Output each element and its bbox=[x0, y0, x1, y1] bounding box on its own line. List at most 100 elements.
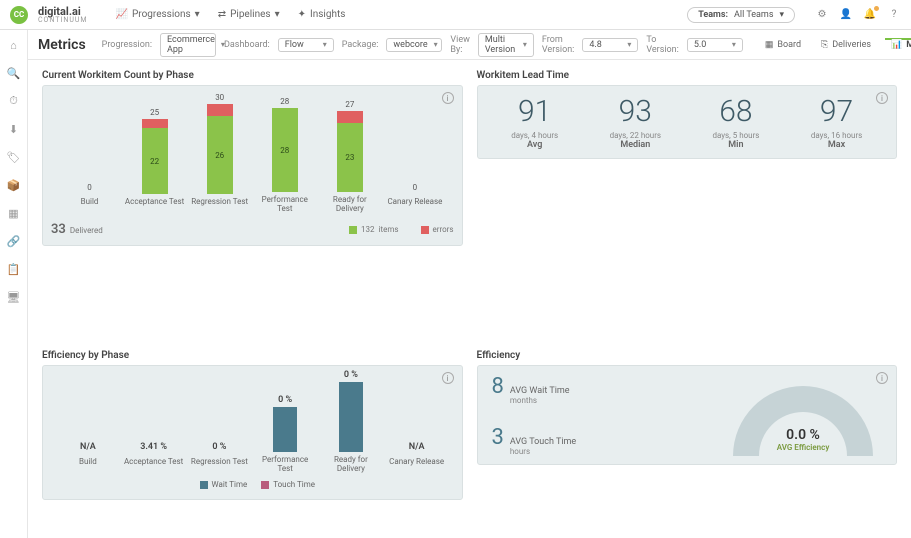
filter-label-toversion: To Version: bbox=[646, 35, 678, 55]
top-nav: 📈 Progressions ▾ ⇄ Pipelines ▾ ✦ Insight… bbox=[116, 9, 346, 20]
nav-label: Progressions bbox=[132, 9, 191, 20]
board-icon: ▦ bbox=[765, 40, 774, 50]
rail-monitor-icon[interactable]: 🖥 bbox=[7, 290, 21, 304]
chart-column: 0 % Ready for Delivery bbox=[320, 370, 382, 474]
card-efficiency-summary: Efficiency i 8 AVG Wait Time months bbox=[477, 350, 898, 510]
user-icon[interactable]: 👤 bbox=[839, 8, 853, 22]
lead-time-stat: 97days, 16 hoursMax bbox=[811, 94, 862, 150]
bell-icon[interactable]: 🔔 bbox=[863, 8, 877, 22]
rail-download-icon[interactable]: ⬇ bbox=[7, 122, 21, 136]
lead-time-metrics: 91days, 4 hoursAvg 93days, 22 hoursMedian… bbox=[486, 94, 889, 150]
filter-value: webcore bbox=[393, 40, 427, 50]
chart-column: 2828Performance Test bbox=[254, 97, 316, 214]
filter-dashboard[interactable]: Flow▾ bbox=[278, 38, 334, 52]
legend-touch: Touch Time bbox=[261, 480, 315, 489]
filter-label-package: Package: bbox=[342, 40, 379, 50]
filter-package[interactable]: webcore ▾ bbox=[386, 38, 442, 52]
nav-progressions[interactable]: 📈 Progressions ▾ bbox=[116, 9, 200, 20]
metrics-icon: 📊 bbox=[891, 40, 902, 50]
filter-value: Ecommerce App bbox=[167, 35, 215, 55]
filter-label-dashboard: Dashboard: bbox=[224, 40, 270, 50]
metric-unit: hours bbox=[510, 447, 576, 456]
lead-time-stat: 68days, 5 hoursMin bbox=[712, 94, 759, 150]
tab-label: Board bbox=[777, 40, 801, 50]
nav-insights[interactable]: ✦ Insights bbox=[298, 9, 346, 20]
filter-value: Flow bbox=[285, 40, 304, 50]
efficiency-gauge: 0.0 % AVG Efficiency bbox=[718, 374, 888, 456]
tab-metrics[interactable]: 📊 Metrics bbox=[885, 38, 911, 52]
filter-label-fromversion: From Version: bbox=[542, 35, 574, 55]
brand-sub: CONTINUUM bbox=[38, 17, 88, 24]
chart-column: 0 %Regression Test bbox=[188, 442, 250, 474]
bar-label: Performance Test bbox=[254, 196, 316, 214]
deliveries-icon: ⎘ bbox=[821, 40, 828, 50]
filter-toversion[interactable]: 5.0▾ bbox=[687, 38, 743, 52]
rail-clock-icon[interactable]: ⏱ bbox=[7, 94, 21, 108]
filter-value: Multi Version bbox=[485, 35, 517, 55]
rail-package-icon[interactable]: 📦 bbox=[7, 178, 21, 192]
chevron-down-icon: ▾ bbox=[779, 10, 784, 20]
chart-icon: 📈 bbox=[116, 9, 128, 20]
pipeline-icon: ⇄ bbox=[218, 9, 226, 20]
bar-label: Acceptance Test bbox=[125, 198, 184, 214]
nav-label: Pipelines bbox=[230, 9, 271, 20]
chevron-down-icon: ▾ bbox=[523, 40, 527, 49]
bar-value: 0 % bbox=[278, 395, 292, 405]
chart-column: 0 % Performance Test bbox=[254, 395, 316, 474]
bar-value: N/A bbox=[80, 442, 96, 452]
filter-progression[interactable]: Ecommerce App▾ bbox=[160, 33, 216, 57]
teams-label: Teams: bbox=[698, 10, 728, 20]
filter-fromversion[interactable]: 4.8▾ bbox=[582, 38, 638, 52]
tab-board[interactable]: ▦ Board bbox=[759, 38, 807, 52]
lead-time-stat: 93days, 22 hoursMedian bbox=[610, 94, 661, 150]
bar-label: Canary Release bbox=[389, 458, 444, 474]
filter-viewby[interactable]: Multi Version ▾ bbox=[478, 33, 534, 57]
rail-clipboard-icon[interactable]: 📋 bbox=[7, 262, 21, 276]
legend-errors: errors bbox=[421, 225, 454, 234]
bar-label: Acceptance Test bbox=[124, 458, 183, 474]
tab-label: Metrics bbox=[906, 40, 911, 50]
card-title: Efficiency bbox=[477, 350, 898, 361]
metric-label: AVG Touch Time bbox=[510, 437, 576, 447]
bar-label: Performance Test bbox=[254, 456, 316, 474]
nav-label: Insights bbox=[310, 9, 345, 20]
teams-selector[interactable]: Teams: All Teams ▾ bbox=[687, 7, 795, 23]
chart-column: 3.41 %Acceptance Test bbox=[123, 442, 185, 474]
card-title: Efficiency by Phase bbox=[42, 350, 463, 361]
nav-pipelines[interactable]: ⇄ Pipelines ▾ bbox=[218, 9, 280, 20]
info-icon[interactable]: i bbox=[876, 92, 888, 104]
bar-label: Regression Test bbox=[191, 458, 248, 474]
rail-home-icon[interactable]: ⌂ bbox=[7, 38, 21, 52]
workitem-count-chart: 0Build2522Acceptance Test3026Regression … bbox=[51, 94, 454, 214]
bar-label: Ready for Delivery bbox=[320, 456, 382, 474]
bar-label: Regression Test bbox=[191, 198, 248, 214]
bar-value: 0 % bbox=[344, 370, 358, 380]
bar-label: Canary Release bbox=[387, 198, 442, 214]
chart-column: 0 Build bbox=[59, 183, 121, 214]
bar-label: Ready for Delivery bbox=[319, 196, 381, 214]
info-icon[interactable]: i bbox=[442, 92, 454, 104]
tab-deliveries[interactable]: ⎘ Deliveries bbox=[815, 38, 877, 52]
avg-touch-time: 3 AVG Touch Time hours bbox=[492, 425, 711, 456]
filter-label-progression: Progression: bbox=[102, 40, 152, 50]
bar-label: Build bbox=[79, 458, 97, 474]
bar-value: 0 bbox=[87, 183, 92, 192]
rail-link-icon[interactable]: 🔗 bbox=[7, 234, 21, 248]
filter-value: 4.8 bbox=[589, 40, 602, 50]
insight-icon: ✦ bbox=[298, 9, 306, 20]
help-icon[interactable]: ? bbox=[887, 8, 901, 22]
lead-time-stat: 91days, 4 hoursAvg bbox=[511, 94, 558, 150]
chart-column: N/A Build bbox=[57, 442, 119, 474]
rail-search-icon[interactable]: 🔍 bbox=[7, 66, 21, 80]
info-icon[interactable]: i bbox=[442, 372, 454, 384]
card-workitem-count: Current Workitem Count by Phase i 0Build… bbox=[42, 70, 463, 270]
brand-badge: CC bbox=[10, 6, 28, 24]
bar-label: Build bbox=[81, 198, 99, 214]
chevron-down-icon: ▾ bbox=[434, 40, 438, 49]
rail-grid-icon[interactable]: ▦ bbox=[7, 206, 21, 220]
gear-icon[interactable]: ⚙ bbox=[815, 8, 829, 22]
page-title: Metrics bbox=[38, 37, 86, 53]
rail-tag-icon[interactable]: 🏷 bbox=[7, 150, 21, 164]
metric-unit: months bbox=[510, 396, 570, 405]
tab-label: Deliveries bbox=[832, 40, 871, 50]
